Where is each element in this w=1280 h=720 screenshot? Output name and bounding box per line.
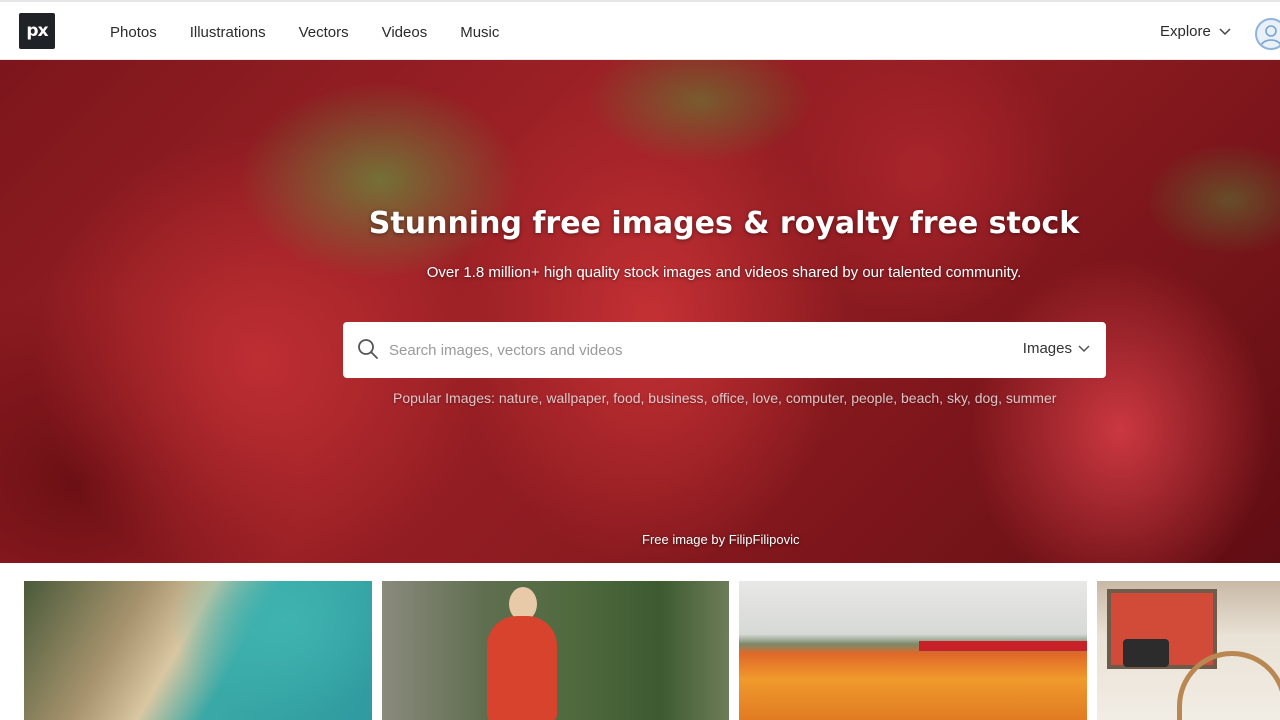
popular-tag-nature[interactable]: nature [499,390,539,406]
chevron-down-icon [1078,344,1090,352]
search-box: Images [343,322,1106,378]
gallery-image-beach[interactable] [24,581,372,720]
gallery-image-tulip-field[interactable] [739,581,1087,720]
hero-subtitle: Over 1.8 million+ high quality stock ima… [426,264,1022,281]
nav-link-videos[interactable]: Videos [382,24,428,41]
image-credit-link[interactable]: Free image by FilipFilipovic [642,532,800,547]
popular-prefix: Popular Images: [393,390,495,406]
search-input[interactable] [389,334,989,366]
popular-tag-office[interactable]: office [711,390,744,406]
nav-links: Photos Illustrations Vectors Videos Musi… [110,2,532,62]
popular-tag-sky[interactable]: sky [947,390,967,406]
search-type-label: Images [1022,340,1072,357]
top-navigation: px Photos Illustrations Vectors Videos M… [0,0,1280,60]
nav-link-vectors[interactable]: Vectors [299,24,349,41]
avatar-silhouette-icon [1260,25,1280,47]
popular-tag-food[interactable]: food [613,390,640,406]
popular-tag-love[interactable]: love [752,390,778,406]
photo-detail [487,616,557,720]
search-type-select[interactable]: Images [1023,340,1090,357]
popular-tag-business[interactable]: business [648,390,703,406]
popular-tag-summer[interactable]: summer [1006,390,1057,406]
hero-banner: Stunning free images & royalty free stoc… [0,60,1280,563]
popular-tag-dog[interactable]: dog [975,390,998,406]
explore-label: Explore [1160,23,1211,40]
image-gallery [0,580,1280,720]
hero-title: Stunning free images & royalty free stoc… [368,206,1080,241]
chevron-down-icon [1219,27,1231,35]
popular-tag-computer[interactable]: computer [786,390,844,406]
popular-tag-people[interactable]: people [851,390,893,406]
popular-tag-wallpaper[interactable]: wallpaper [546,390,605,406]
pixabay-logo[interactable]: px [19,13,55,49]
nav-link-illustrations[interactable]: Illustrations [190,24,266,41]
popular-tag-beach[interactable]: beach [901,390,939,406]
photo-detail [1123,639,1169,667]
nav-link-photos[interactable]: Photos [110,24,157,41]
nav-link-music[interactable]: Music [460,24,499,41]
user-avatar-icon[interactable] [1255,18,1280,50]
popular-searches: Popular Images: nature, wallpaper, food,… [393,390,1057,406]
photo-detail [919,641,1087,651]
search-icon[interactable] [357,338,379,360]
gallery-image-interior[interactable] [1097,581,1280,720]
hero-content: Stunning free images & royalty free stoc… [0,60,1280,563]
gallery-image-family[interactable] [382,581,729,720]
explore-menu[interactable]: Explore [1160,23,1231,40]
